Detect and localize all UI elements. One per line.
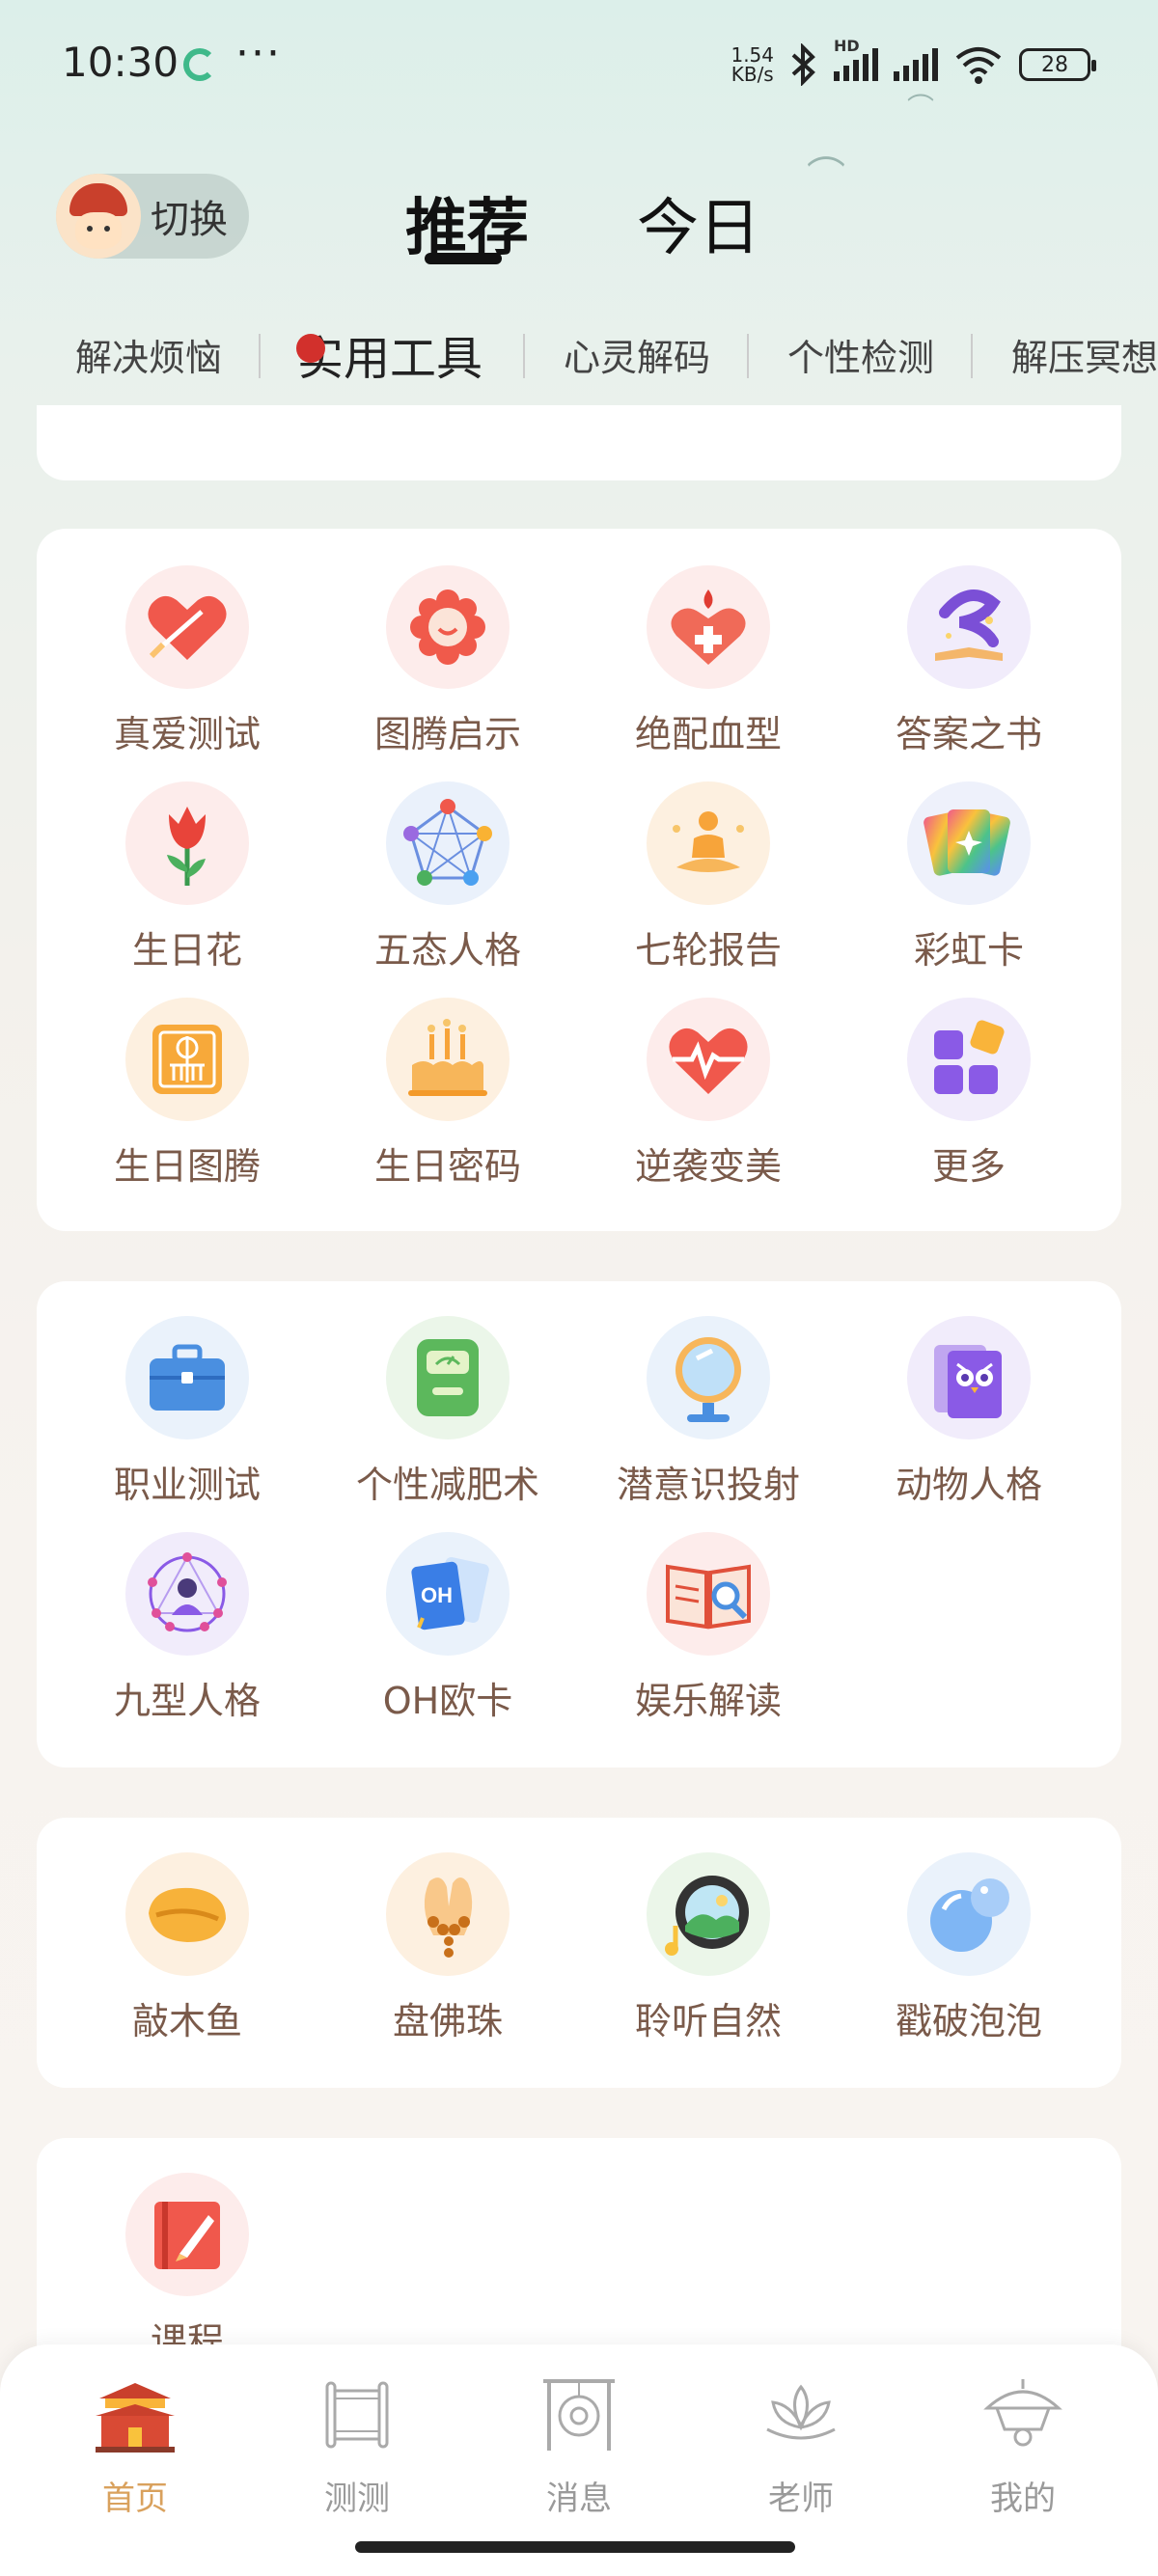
more-grid-icon (907, 998, 1031, 1121)
svg-text:OH: OH (421, 1583, 453, 1607)
nav-item-test[interactable]: 测测 (280, 2370, 434, 2519)
pentagon-network-icon (386, 781, 510, 905)
nav-item-teacher[interactable]: 老师 (724, 2370, 878, 2519)
oh-card-icon: OH (386, 1532, 510, 1656)
blood-heart-icon (647, 565, 770, 689)
grid-item-prayer-beads[interactable]: 盘佛珠 (332, 1852, 564, 2044)
enneagram-icon (125, 1532, 249, 1656)
grid-item-subconscious-projection[interactable]: 潜意识投射 (593, 1316, 824, 1508)
grid-item-glow-up[interactable]: 逆袭变美 (593, 998, 824, 1190)
answer-book-icon (907, 565, 1031, 689)
grid-item-true-love-test[interactable]: 真爱测试 (71, 565, 303, 757)
status-indicators: 1.54 KB/s HD 28 (731, 37, 1096, 89)
switch-label: 切换 (151, 198, 228, 242)
status-bar: 10:30 ··· 1.54 KB/s HD 28 (0, 0, 1158, 125)
cellular-signal-1: HD (834, 37, 878, 81)
heartbeat-icon (647, 998, 770, 1121)
gong-icon (536, 2370, 622, 2456)
cellular-signal-2 (894, 48, 938, 81)
briefcase-icon (125, 1316, 249, 1439)
grid-item-listen-nature[interactable]: 聆听自然 (593, 1852, 824, 2044)
palace-icon (92, 2370, 179, 2456)
heart-arrow-icon (125, 565, 249, 689)
nav-item-mine[interactable]: 我的 (946, 2370, 1100, 2519)
category-tab-meditation[interactable]: 解压冥想 (1011, 328, 1158, 381)
tab-badge-dot (296, 334, 325, 363)
status-more-icon: ··· (235, 29, 282, 78)
grid-item-animal-personality[interactable]: 动物人格 (853, 1316, 1085, 1508)
wifi-icon (955, 47, 1002, 84)
tulip-icon (125, 781, 249, 905)
grid-item-answer-book[interactable]: 答案之书 (853, 565, 1085, 757)
bubble-icon (907, 1852, 1031, 1976)
nav-item-home[interactable]: 首页 (58, 2370, 212, 2519)
grid-item-birthday-flower[interactable]: 生日花 (71, 781, 303, 973)
relax-card: 敲木鱼 盘佛珠 聆听自然 戳破泡泡 (37, 1818, 1121, 2088)
category-tabs: 解决烦恼 实用工具 心灵解码 个性检测 解压冥想 (0, 328, 1158, 396)
scroll-icon (314, 2370, 400, 2456)
owl-card-icon (907, 1316, 1031, 1439)
mirror-icon (647, 1316, 770, 1439)
status-time: 10:30 (62, 39, 179, 86)
birthday-cake-icon (386, 998, 510, 1121)
divider (971, 334, 973, 378)
grid-item-course[interactable]: 课程 (71, 2173, 303, 2365)
category-tab-solve-troubles[interactable]: 解决烦恼 (75, 328, 222, 381)
bluetooth-icon (791, 43, 815, 86)
switch-button[interactable]: 切换 (56, 174, 249, 259)
scale-icon (386, 1316, 510, 1439)
grid-item-birthday-totem[interactable]: 生日图腾 (71, 998, 303, 1190)
pavilion-icon (979, 2370, 1066, 2456)
grid-item-pop-bubbles[interactable]: 戳破泡泡 (853, 1852, 1085, 2044)
divider (523, 334, 525, 378)
app-notification-icon (183, 48, 216, 81)
divider (747, 334, 749, 378)
home-indicator[interactable] (355, 2541, 795, 2553)
card-partial (37, 405, 1121, 480)
lotus-icon (758, 2370, 844, 2456)
totem-flower-icon (386, 565, 510, 689)
network-speed: 1.54 KB/s (731, 43, 774, 86)
nature-sound-icon (647, 1852, 770, 1976)
course-book-icon (125, 2173, 249, 2296)
wooden-fish-icon (125, 1852, 249, 1976)
grid-item-oh-card[interactable]: OH OH欧卡 (332, 1532, 564, 1724)
grid-item-chakra-report[interactable]: 七轮报告 (593, 781, 824, 973)
grid-item-weight-loss[interactable]: 个性减肥术 (332, 1316, 564, 1508)
grid-item-five-state-personality[interactable]: 五态人格 (332, 781, 564, 973)
rainbow-cards-icon (907, 781, 1031, 905)
battery-indicator: 28 (1019, 48, 1096, 81)
grid-item-rainbow-card[interactable]: 彩虹卡 (853, 781, 1085, 973)
grid-item-career-test[interactable]: 职业测试 (71, 1316, 303, 1508)
category-tab-tools[interactable]: 实用工具 (297, 328, 482, 388)
bird-decoration-icon: ⌒ (907, 92, 935, 123)
avatar (56, 174, 141, 259)
grid-item-more[interactable]: 更多 (853, 998, 1085, 1190)
tab-today[interactable]: 今日 (637, 178, 760, 267)
grid-item-enneagram[interactable]: 九型人格 (71, 1532, 303, 1724)
grid-item-blood-type[interactable]: 绝配血型 (593, 565, 824, 757)
bird-decoration-icon: ⌒ (807, 154, 845, 199)
tab-active-indicator (425, 253, 502, 264)
tools-card: 真爱测试 图腾启示 绝配血型 答案之书 生日花 五态人格 七轮报告 彩虹卡 生日… (37, 529, 1121, 1231)
chakra-meditation-icon (647, 781, 770, 905)
grid-item-birthday-code[interactable]: 生日密码 (332, 998, 564, 1190)
grid-item-totem-revelation[interactable]: 图腾启示 (332, 565, 564, 757)
category-tab-personality[interactable]: 个性检测 (787, 328, 934, 381)
book-search-icon (647, 1532, 770, 1656)
category-tab-mind-decode[interactable]: 心灵解码 (564, 328, 710, 381)
tests-card: 职业测试 个性减肥术 潜意识投射 动物人格 九型人格 OH OH欧卡 娱乐解读 (37, 1281, 1121, 1768)
grid-item-entertainment-reading[interactable]: 娱乐解读 (593, 1532, 824, 1724)
nav-item-messages[interactable]: 消息 (502, 2370, 656, 2519)
divider (259, 334, 261, 378)
prayer-beads-icon (386, 1852, 510, 1976)
birthday-totem-icon (125, 998, 249, 1121)
grid-item-wooden-fish[interactable]: 敲木鱼 (71, 1852, 303, 2044)
